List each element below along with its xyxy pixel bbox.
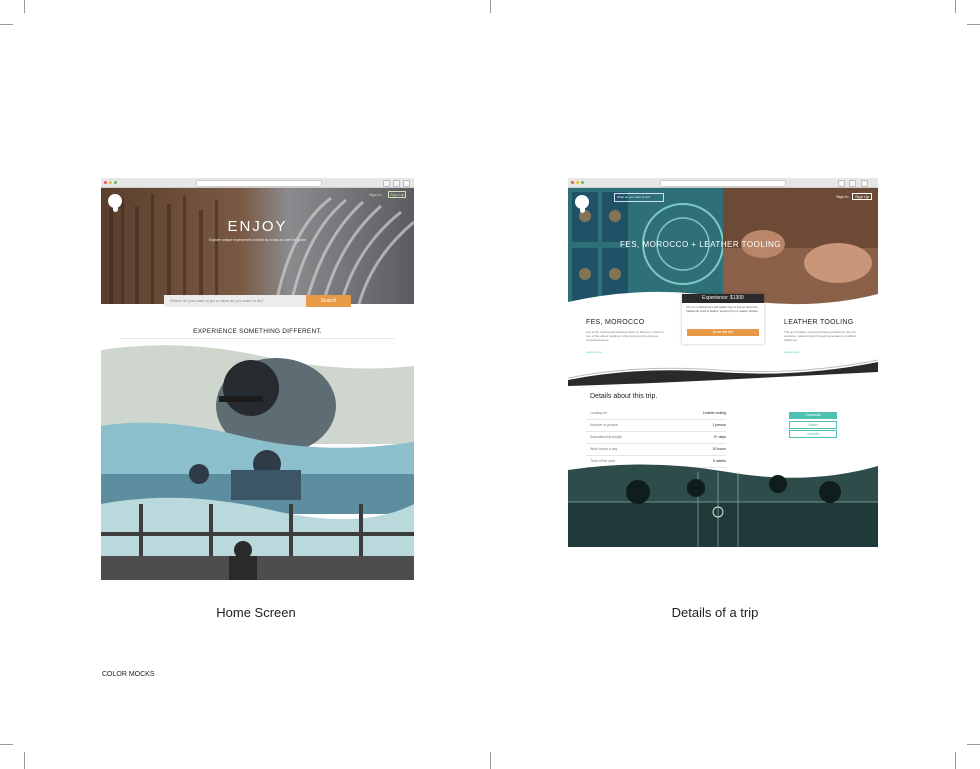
details-screen-mock: What do you want to do? Sign In Sign Up … (568, 178, 878, 547)
details-row-value: 1 person (712, 423, 726, 427)
address-bar[interactable] (196, 180, 322, 187)
browser-toolbar (101, 178, 414, 188)
logo-mark (580, 203, 585, 213)
details-nav-signin[interactable]: Sign In (836, 194, 848, 199)
tabs-icon[interactable] (849, 180, 856, 187)
crop-mark (490, 0, 491, 13)
trip-hero-title: FES, MOROCCO + LEATHER TOOLING (620, 240, 782, 249)
footer-label: COLOR MOCKS (102, 671, 155, 678)
hero-title: ENJOY (227, 218, 288, 235)
maximize-dot[interactable] (114, 181, 117, 184)
details-row: Work hours a day 10 hours (586, 444, 726, 456)
details-row-label: Looking for (590, 411, 608, 415)
crop-mark (0, 24, 13, 25)
hero-image (101, 188, 414, 304)
address-bar[interactable] (660, 180, 786, 187)
book-trip-button[interactable]: Book this trip (687, 329, 759, 336)
close-dot[interactable] (104, 181, 107, 184)
crop-mark (24, 0, 25, 13)
crop-mark (967, 24, 980, 25)
details-row-value: 10 hours (712, 447, 726, 451)
share-twitter-button[interactable]: Twitter (789, 421, 837, 429)
section-heading: EXPERIENCE SOMETHING DIFFERENT. (193, 328, 322, 335)
maximize-dot[interactable] (581, 181, 584, 184)
home-screen-mock: Sign In Sign Up ENJOY Explore unique exp… (101, 178, 414, 580)
details-table: Looking for Leather tooling Number of pe… (586, 408, 726, 468)
experience-photos (101, 345, 414, 580)
booking-card: Experience: $1300 Join us in Morocco's o… (682, 294, 764, 344)
divider-wave (568, 359, 878, 386)
details-row-label: Estimated trip length (590, 435, 622, 439)
details-row-label: Work hours a day (590, 447, 618, 451)
share-facebook-button[interactable]: Facebook (789, 412, 837, 419)
details-nav-signup[interactable]: Sign Up (852, 193, 873, 200)
share-icon[interactable] (838, 180, 845, 187)
crop-mark (955, 752, 956, 769)
tabs-icon[interactable] (393, 180, 400, 187)
details-row: Number of people 1 person (586, 420, 726, 432)
booking-text: Join us in Morocco's old walled city of … (686, 305, 759, 313)
add-tab-icon[interactable] (403, 180, 410, 187)
details-search-input[interactable]: What do you want to do? (614, 193, 664, 202)
crop-mark (967, 744, 980, 745)
details-heading: Details about this trip. (590, 393, 658, 400)
crop-mark (955, 0, 956, 13)
share-linkedin-button[interactable]: LinkedIn (789, 430, 837, 438)
logo-mark (113, 202, 118, 212)
right-text: The art of leather tooling has been prac… (784, 330, 857, 342)
right-link[interactable]: Learn more (784, 350, 799, 354)
booking-title: Experience: $1300 (682, 294, 764, 303)
search-input[interactable]: Where do you want to go or what do you w… (164, 295, 312, 307)
left-text: Fes is the cultural and spiritual center… (586, 330, 664, 342)
minimize-dot[interactable] (576, 181, 579, 184)
browser-toolbar (568, 178, 878, 188)
details-row: Estimated trip length 3+ days (586, 432, 726, 444)
details-row-value: Leather tooling (702, 411, 726, 415)
search-button[interactable]: Search (306, 295, 351, 307)
crop-mark (490, 752, 491, 769)
home-nav-signup[interactable]: Sign Up (388, 191, 407, 198)
minimize-dot[interactable] (109, 181, 112, 184)
add-tab-icon[interactable] (861, 180, 868, 187)
hero-subtitle: Explore unique experiences hosted by loc… (209, 238, 306, 242)
details-caption: Details of a trip (671, 605, 759, 620)
details-row: Looking for Leather tooling (586, 408, 726, 420)
divider (121, 338, 394, 339)
home-caption: Home Screen (216, 605, 296, 620)
footer-photo (568, 464, 878, 547)
home-nav-signin[interactable]: Sign In (369, 192, 381, 197)
left-heading: FES, MOROCCO (586, 319, 645, 326)
right-heading: LEATHER TOOLING (784, 319, 854, 326)
details-row-value: 3+ days (713, 435, 726, 439)
crop-mark (0, 744, 13, 745)
crop-mark (24, 752, 25, 769)
close-dot[interactable] (571, 181, 574, 184)
left-link[interactable]: Learn more (586, 350, 601, 354)
share-icon[interactable] (383, 180, 390, 187)
details-row-label: Number of people (590, 423, 618, 427)
